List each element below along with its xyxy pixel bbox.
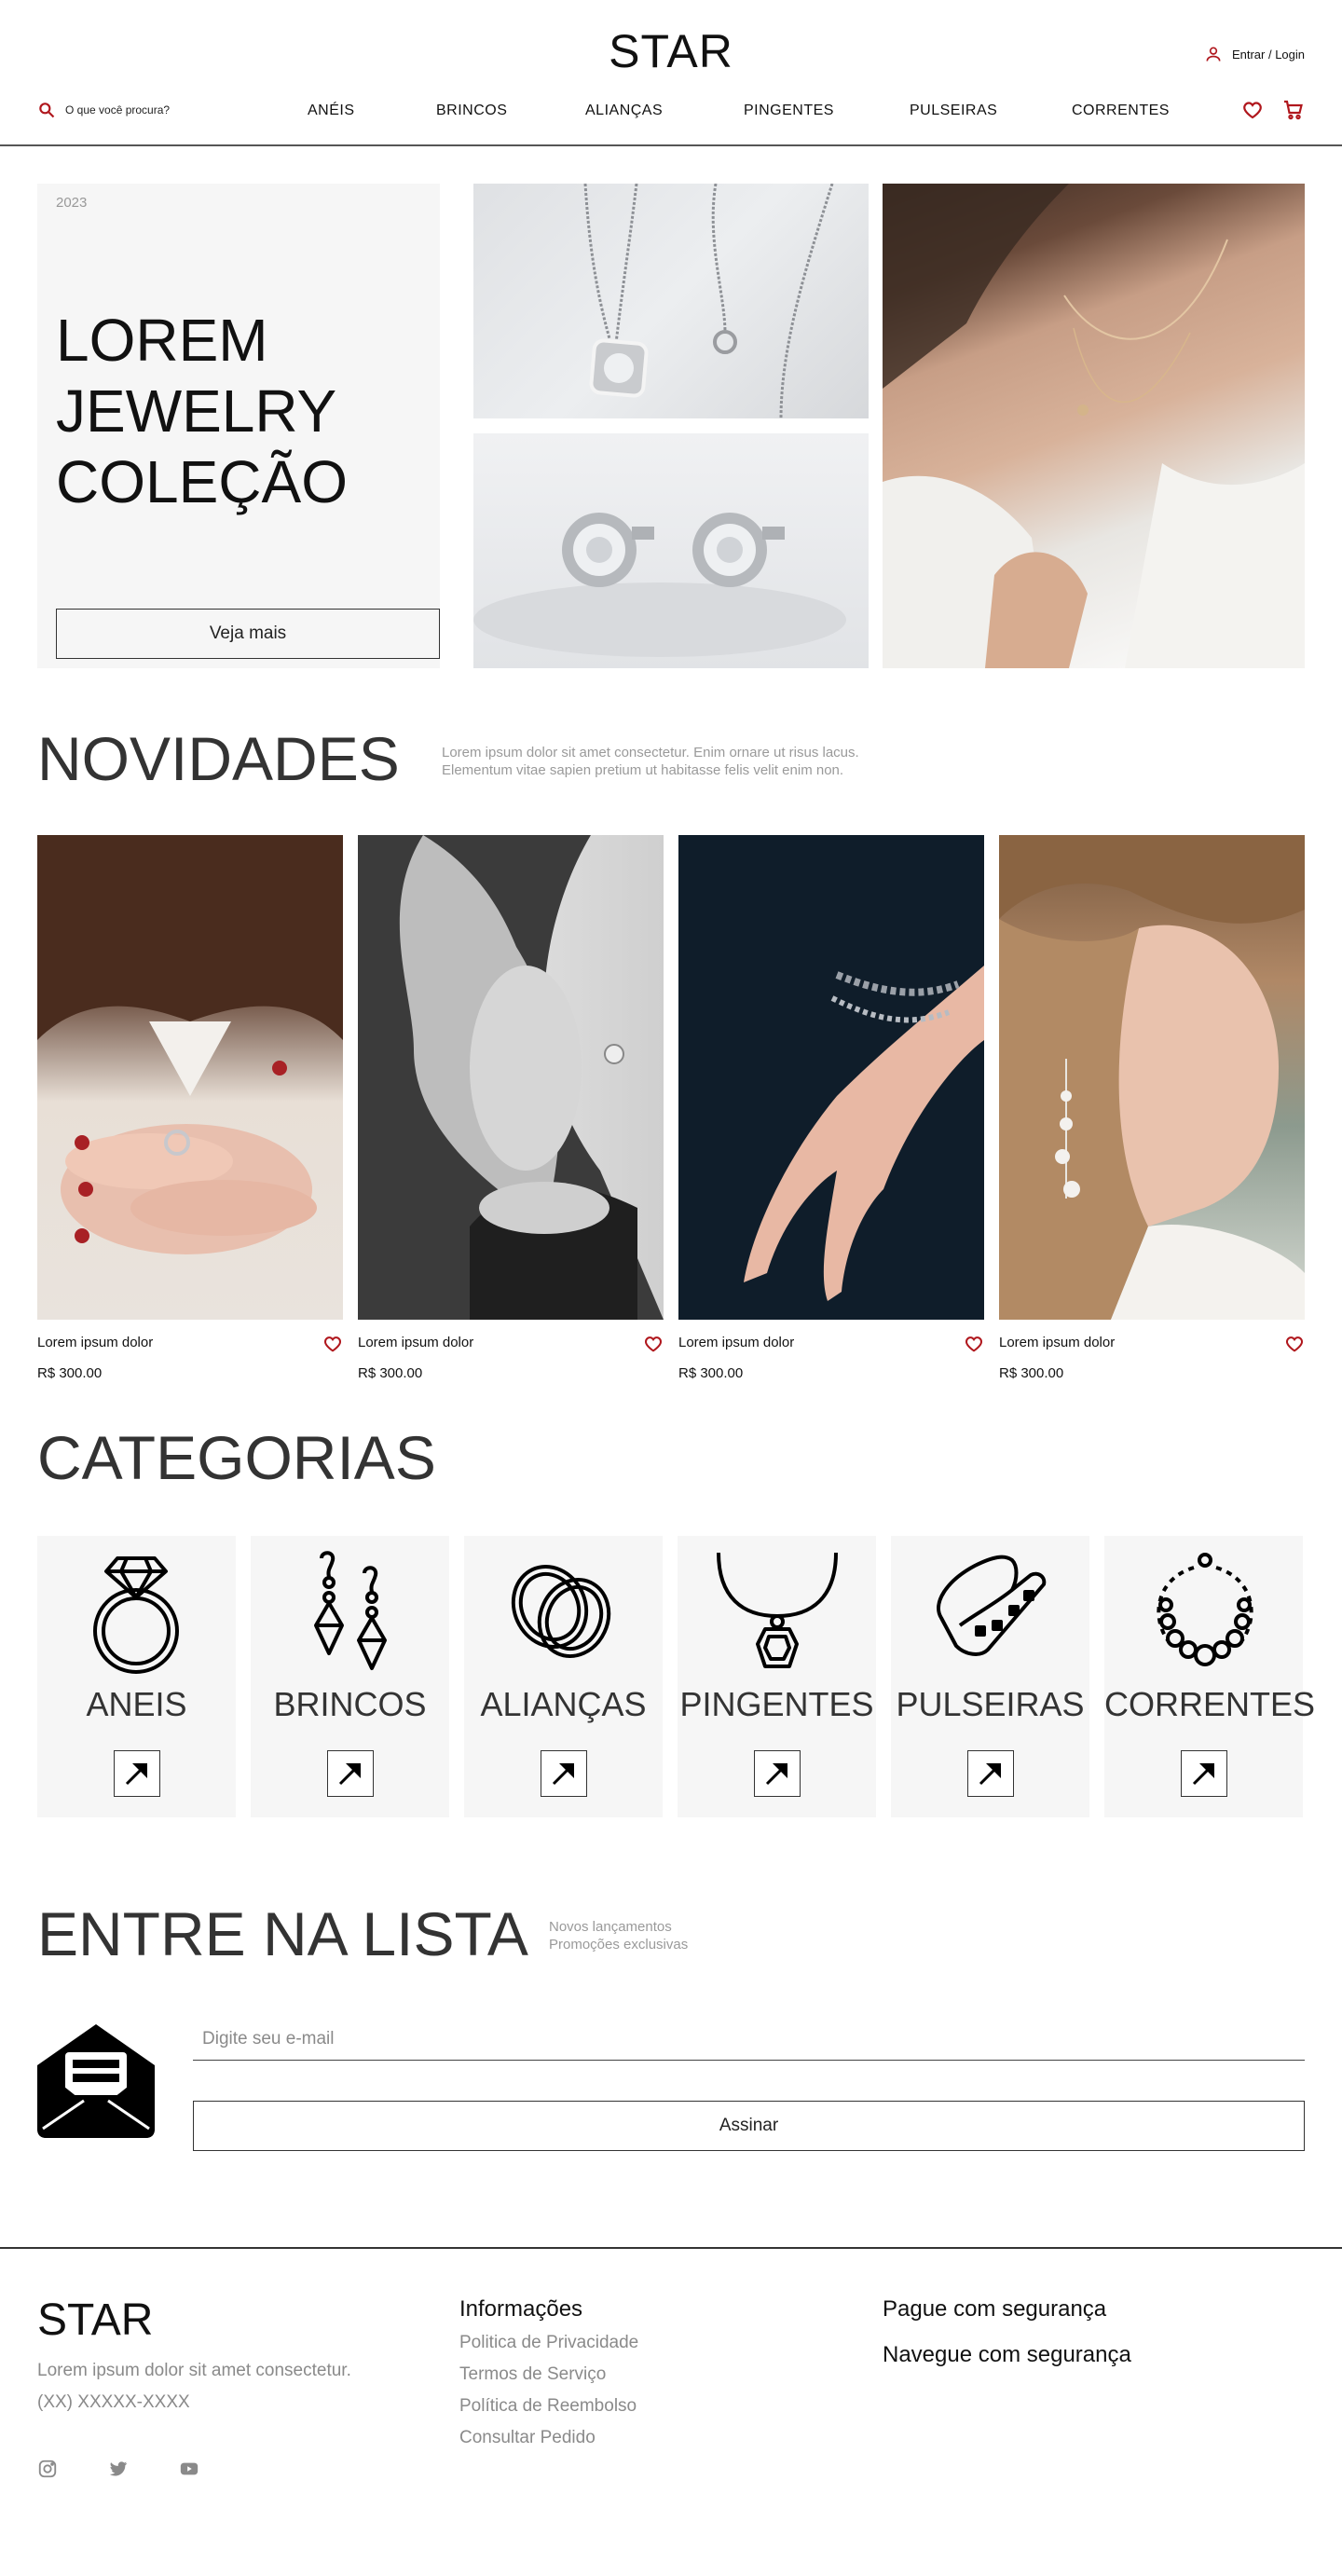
product-name[interactable]: Lorem ipsum dolor (999, 1335, 1115, 1350)
login-link[interactable]: Entrar / Login (1204, 45, 1305, 63)
hero-cta-button[interactable]: Veja mais (56, 609, 440, 659)
bracelet-icon (928, 1553, 1053, 1665)
subscribe-button[interactable]: Assinar (193, 2101, 1305, 2151)
arrow-up-right-icon (548, 1758, 580, 1789)
footer-divider (0, 2247, 1342, 2249)
category-card-aneis[interactable]: ANEIS (37, 1536, 236, 1817)
footer-link-refund[interactable]: Política de Reembolso (459, 2396, 637, 2417)
category-label: CORRENTES (1104, 1685, 1316, 1723)
category-label: ALIANÇAS (480, 1685, 647, 1723)
login-label: Entrar / Login (1231, 47, 1305, 62)
newsletter-lead-line: Promoções exclusivas (549, 1937, 689, 1953)
category-card-brincos[interactable]: BRINCOS (251, 1536, 449, 1817)
product-price: R$ 300.00 (999, 1365, 1064, 1381)
novidades-lead-line: Lorem ipsum dolor sit amet consectetur. … (442, 745, 859, 760)
hero-year: 2023 (56, 195, 88, 211)
novidades-lead: Lorem ipsum dolor sit amet consectetur. … (442, 744, 859, 779)
category-label: ANEIS (86, 1685, 187, 1723)
heart-icon[interactable] (1241, 99, 1264, 121)
nav-pingentes[interactable]: PINGENTES (744, 103, 834, 119)
hero-photo-earrings[interactable] (473, 433, 869, 668)
search-bar[interactable]: O que você procura? (37, 101, 170, 119)
product-name[interactable]: Lorem ipsum dolor (678, 1335, 794, 1350)
footer-info-title: Informações (459, 2296, 583, 2322)
product-price: R$ 300.00 (37, 1365, 103, 1381)
nav-aliancas[interactable]: ALIANÇAS (585, 103, 663, 119)
ring-icon (89, 1549, 183, 1676)
hero-title-line: JEWELRY (56, 377, 337, 445)
heart-icon[interactable] (1284, 1334, 1305, 1354)
categorias-title: CATEGORIAS (37, 1423, 436, 1492)
header-divider (0, 144, 1342, 146)
arrow-up-right-icon (761, 1758, 793, 1789)
novidades-lead-line: Elementum vitae sapien pretium ut habita… (442, 762, 844, 778)
arrow-up-right-icon (335, 1758, 366, 1789)
newsletter-lead-line: Novos lançamentos (549, 1919, 672, 1935)
nav-correntes[interactable]: CORRENTES (1072, 103, 1170, 119)
hero-photo-pendant[interactable] (473, 184, 869, 418)
heart-icon[interactable] (322, 1334, 343, 1354)
category-link-button[interactable] (541, 1750, 587, 1797)
novidades-title: NOVIDADES (37, 724, 400, 793)
category-link-button[interactable] (1181, 1750, 1227, 1797)
nav-brincos[interactable]: BRINCOS (436, 103, 507, 119)
category-label: PINGENTES (679, 1685, 874, 1723)
footer-logo[interactable]: STAR (37, 2295, 153, 2346)
cart-icon[interactable] (1282, 99, 1305, 121)
category-link-button[interactable] (114, 1750, 160, 1797)
product-price: R$ 300.00 (678, 1365, 744, 1381)
search-placeholder[interactable]: O que você procura? (65, 103, 170, 116)
hero-panel: 2023 LOREM JEWELRY COLEÇÃO Veja mais (37, 184, 440, 668)
hero-title-line: LOREM (56, 307, 268, 374)
search-icon (37, 101, 56, 119)
category-label: BRINCOS (273, 1685, 427, 1723)
secure-payment-title: Pague com segurança (883, 2296, 1107, 2322)
necklace-icon (1147, 1551, 1263, 1672)
product-name[interactable]: Lorem ipsum dolor (358, 1335, 473, 1350)
product-image[interactable] (999, 835, 1305, 1320)
nav-aneis[interactable]: ANÉIS (308, 103, 355, 119)
product-image[interactable] (678, 835, 984, 1320)
heart-icon[interactable] (964, 1334, 984, 1354)
wedding-rings-icon (507, 1560, 619, 1663)
newsletter-lead: Novos lançamentos Promoções exclusivas (549, 1918, 688, 1953)
category-card-pingentes[interactable]: PINGENTES (678, 1536, 876, 1817)
product-image[interactable] (37, 835, 343, 1320)
site-logo[interactable]: STAR (0, 24, 1342, 78)
arrow-up-right-icon (121, 1758, 153, 1789)
envelope-icon (37, 2024, 155, 2138)
arrow-up-right-icon (975, 1758, 1006, 1789)
nav-pulseiras[interactable]: PULSEIRAS (910, 103, 997, 119)
category-link-button[interactable] (327, 1750, 374, 1797)
youtube-icon[interactable] (179, 2459, 199, 2479)
hero-photo-model[interactable] (883, 184, 1305, 668)
instagram-icon[interactable] (37, 2459, 58, 2479)
category-card-pulseiras[interactable]: PULSEIRAS (891, 1536, 1089, 1817)
earrings-icon (303, 1549, 396, 1676)
arrow-up-right-icon (1188, 1758, 1220, 1789)
product-image[interactable] (358, 835, 664, 1320)
secure-browsing-title: Navegue com segurança (883, 2342, 1131, 2367)
footer-link-privacy[interactable]: Politica de Privacidade (459, 2333, 638, 2353)
pendant-icon (715, 1551, 840, 1672)
category-label: PULSEIRAS (896, 1685, 1085, 1723)
footer-link-terms[interactable]: Termos de Serviço (459, 2364, 606, 2385)
footer-phone: (XX) XXXXX-XXXX (37, 2392, 190, 2412)
category-link-button[interactable] (754, 1750, 801, 1797)
hero-title: LOREM JEWELRY COLEÇÃO (56, 305, 348, 517)
hero-title-line: COLEÇÃO (56, 448, 348, 515)
newsletter-title: ENTRE NA LISTA (37, 1899, 528, 1968)
category-card-aliancas[interactable]: ALIANÇAS (464, 1536, 663, 1817)
user-icon (1204, 45, 1223, 63)
category-link-button[interactable] (967, 1750, 1014, 1797)
product-price: R$ 300.00 (358, 1365, 423, 1381)
footer-link-order[interactable]: Consultar Pedido (459, 2428, 596, 2448)
product-name[interactable]: Lorem ipsum dolor (37, 1335, 153, 1350)
category-card-correntes[interactable]: CORRENTES (1104, 1536, 1316, 1817)
twitter-icon[interactable] (108, 2459, 129, 2479)
email-field[interactable] (193, 2018, 1305, 2061)
heart-icon[interactable] (643, 1334, 664, 1354)
footer-description: Lorem ipsum dolor sit amet consectetur. (37, 2361, 351, 2380)
